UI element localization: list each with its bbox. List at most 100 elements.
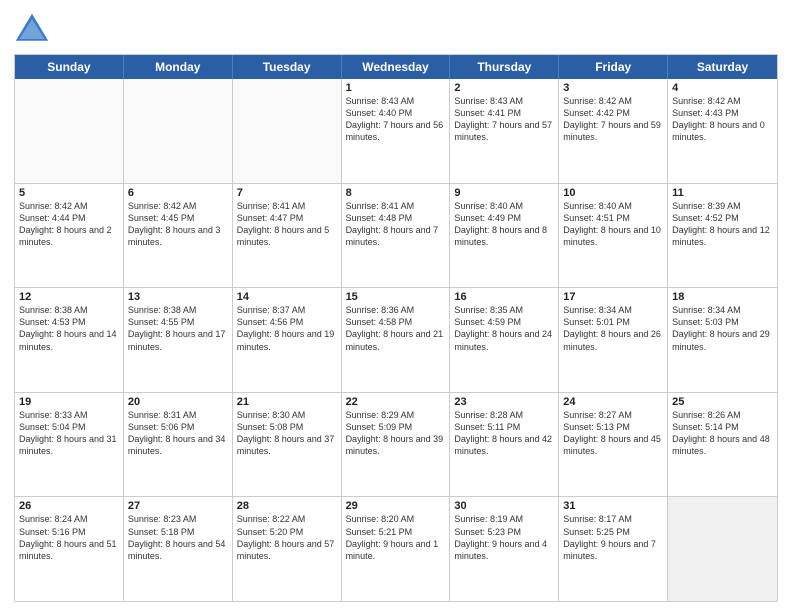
cal-cell: 22Sunrise: 8:29 AM Sunset: 5:09 PM Dayli…: [342, 393, 451, 497]
cell-text: Sunrise: 8:38 AM Sunset: 4:55 PM Dayligh…: [128, 304, 228, 353]
cell-text: Sunrise: 8:28 AM Sunset: 5:11 PM Dayligh…: [454, 409, 554, 458]
cal-cell: 13Sunrise: 8:38 AM Sunset: 4:55 PM Dayli…: [124, 288, 233, 392]
cell-text: Sunrise: 8:43 AM Sunset: 4:40 PM Dayligh…: [346, 95, 446, 144]
cell-text: Sunrise: 8:20 AM Sunset: 5:21 PM Dayligh…: [346, 513, 446, 562]
day-number: 8: [346, 187, 446, 199]
cal-cell: 15Sunrise: 8:36 AM Sunset: 4:58 PM Dayli…: [342, 288, 451, 392]
cell-text: Sunrise: 8:37 AM Sunset: 4:56 PM Dayligh…: [237, 304, 337, 353]
day-number: 3: [563, 82, 663, 94]
logo: [14, 12, 54, 48]
cal-cell: 14Sunrise: 8:37 AM Sunset: 4:56 PM Dayli…: [233, 288, 342, 392]
calendar-header: SundayMondayTuesdayWednesdayThursdayFrid…: [15, 55, 777, 79]
weekday-header-friday: Friday: [559, 55, 668, 79]
cal-cell: 1Sunrise: 8:43 AM Sunset: 4:40 PM Daylig…: [342, 79, 451, 183]
day-number: 16: [454, 291, 554, 303]
cal-cell: 5Sunrise: 8:42 AM Sunset: 4:44 PM Daylig…: [15, 184, 124, 288]
cal-cell: 31Sunrise: 8:17 AM Sunset: 5:25 PM Dayli…: [559, 497, 668, 601]
cal-cell: 25Sunrise: 8:26 AM Sunset: 5:14 PM Dayli…: [668, 393, 777, 497]
cal-cell: 18Sunrise: 8:34 AM Sunset: 5:03 PM Dayli…: [668, 288, 777, 392]
cell-text: Sunrise: 8:40 AM Sunset: 4:49 PM Dayligh…: [454, 200, 554, 249]
day-number: 28: [237, 500, 337, 512]
cal-cell: 20Sunrise: 8:31 AM Sunset: 5:06 PM Dayli…: [124, 393, 233, 497]
cal-cell: 10Sunrise: 8:40 AM Sunset: 4:51 PM Dayli…: [559, 184, 668, 288]
cell-text: Sunrise: 8:38 AM Sunset: 4:53 PM Dayligh…: [19, 304, 119, 353]
day-number: 12: [19, 291, 119, 303]
cell-text: Sunrise: 8:42 AM Sunset: 4:45 PM Dayligh…: [128, 200, 228, 249]
cell-text: Sunrise: 8:31 AM Sunset: 5:06 PM Dayligh…: [128, 409, 228, 458]
cal-cell: 6Sunrise: 8:42 AM Sunset: 4:45 PM Daylig…: [124, 184, 233, 288]
weekday-header-sunday: Sunday: [15, 55, 124, 79]
cal-cell: [124, 79, 233, 183]
cal-cell: 12Sunrise: 8:38 AM Sunset: 4:53 PM Dayli…: [15, 288, 124, 392]
cell-text: Sunrise: 8:42 AM Sunset: 4:43 PM Dayligh…: [672, 95, 773, 144]
day-number: 19: [19, 396, 119, 408]
cal-cell: 28Sunrise: 8:22 AM Sunset: 5:20 PM Dayli…: [233, 497, 342, 601]
cal-row-3: 19Sunrise: 8:33 AM Sunset: 5:04 PM Dayli…: [15, 392, 777, 497]
cal-cell: 3Sunrise: 8:42 AM Sunset: 4:42 PM Daylig…: [559, 79, 668, 183]
day-number: 17: [563, 291, 663, 303]
weekday-header-thursday: Thursday: [450, 55, 559, 79]
day-number: 6: [128, 187, 228, 199]
cell-text: Sunrise: 8:33 AM Sunset: 5:04 PM Dayligh…: [19, 409, 119, 458]
cell-text: Sunrise: 8:41 AM Sunset: 4:48 PM Dayligh…: [346, 200, 446, 249]
calendar-body: 1Sunrise: 8:43 AM Sunset: 4:40 PM Daylig…: [15, 79, 777, 601]
day-number: 10: [563, 187, 663, 199]
cal-cell: 8Sunrise: 8:41 AM Sunset: 4:48 PM Daylig…: [342, 184, 451, 288]
cal-cell: 16Sunrise: 8:35 AM Sunset: 4:59 PM Dayli…: [450, 288, 559, 392]
day-number: 9: [454, 187, 554, 199]
cal-row-0: 1Sunrise: 8:43 AM Sunset: 4:40 PM Daylig…: [15, 79, 777, 183]
day-number: 26: [19, 500, 119, 512]
cell-text: Sunrise: 8:36 AM Sunset: 4:58 PM Dayligh…: [346, 304, 446, 353]
day-number: 18: [672, 291, 773, 303]
day-number: 21: [237, 396, 337, 408]
weekday-header-wednesday: Wednesday: [342, 55, 451, 79]
calendar: SundayMondayTuesdayWednesdayThursdayFrid…: [14, 54, 778, 602]
cell-text: Sunrise: 8:34 AM Sunset: 5:03 PM Dayligh…: [672, 304, 773, 353]
cal-cell: 4Sunrise: 8:42 AM Sunset: 4:43 PM Daylig…: [668, 79, 777, 183]
day-number: 30: [454, 500, 554, 512]
cal-cell: 30Sunrise: 8:19 AM Sunset: 5:23 PM Dayli…: [450, 497, 559, 601]
weekday-header-tuesday: Tuesday: [233, 55, 342, 79]
weekday-header-monday: Monday: [124, 55, 233, 79]
cell-text: Sunrise: 8:27 AM Sunset: 5:13 PM Dayligh…: [563, 409, 663, 458]
day-number: 7: [237, 187, 337, 199]
day-number: 14: [237, 291, 337, 303]
cell-text: Sunrise: 8:23 AM Sunset: 5:18 PM Dayligh…: [128, 513, 228, 562]
day-number: 27: [128, 500, 228, 512]
cell-text: Sunrise: 8:41 AM Sunset: 4:47 PM Dayligh…: [237, 200, 337, 249]
day-number: 1: [346, 82, 446, 94]
cell-text: Sunrise: 8:29 AM Sunset: 5:09 PM Dayligh…: [346, 409, 446, 458]
cell-text: Sunrise: 8:42 AM Sunset: 4:42 PM Dayligh…: [563, 95, 663, 144]
cell-text: Sunrise: 8:35 AM Sunset: 4:59 PM Dayligh…: [454, 304, 554, 353]
header: [14, 12, 778, 48]
cal-cell: 27Sunrise: 8:23 AM Sunset: 5:18 PM Dayli…: [124, 497, 233, 601]
cal-cell: [668, 497, 777, 601]
cal-cell: 23Sunrise: 8:28 AM Sunset: 5:11 PM Dayli…: [450, 393, 559, 497]
day-number: 25: [672, 396, 773, 408]
cal-cell: 21Sunrise: 8:30 AM Sunset: 5:08 PM Dayli…: [233, 393, 342, 497]
cal-cell: 2Sunrise: 8:43 AM Sunset: 4:41 PM Daylig…: [450, 79, 559, 183]
cal-cell: 9Sunrise: 8:40 AM Sunset: 4:49 PM Daylig…: [450, 184, 559, 288]
cal-cell: 7Sunrise: 8:41 AM Sunset: 4:47 PM Daylig…: [233, 184, 342, 288]
cal-cell: 11Sunrise: 8:39 AM Sunset: 4:52 PM Dayli…: [668, 184, 777, 288]
day-number: 22: [346, 396, 446, 408]
weekday-header-saturday: Saturday: [668, 55, 777, 79]
page: SundayMondayTuesdayWednesdayThursdayFrid…: [0, 0, 792, 612]
day-number: 29: [346, 500, 446, 512]
cell-text: Sunrise: 8:43 AM Sunset: 4:41 PM Dayligh…: [454, 95, 554, 144]
day-number: 31: [563, 500, 663, 512]
cell-text: Sunrise: 8:34 AM Sunset: 5:01 PM Dayligh…: [563, 304, 663, 353]
cal-cell: 29Sunrise: 8:20 AM Sunset: 5:21 PM Dayli…: [342, 497, 451, 601]
cal-cell: 19Sunrise: 8:33 AM Sunset: 5:04 PM Dayli…: [15, 393, 124, 497]
cell-text: Sunrise: 8:22 AM Sunset: 5:20 PM Dayligh…: [237, 513, 337, 562]
day-number: 24: [563, 396, 663, 408]
cell-text: Sunrise: 8:19 AM Sunset: 5:23 PM Dayligh…: [454, 513, 554, 562]
cal-cell: [233, 79, 342, 183]
day-number: 15: [346, 291, 446, 303]
day-number: 23: [454, 396, 554, 408]
cal-row-4: 26Sunrise: 8:24 AM Sunset: 5:16 PM Dayli…: [15, 496, 777, 601]
cal-cell: 26Sunrise: 8:24 AM Sunset: 5:16 PM Dayli…: [15, 497, 124, 601]
cell-text: Sunrise: 8:26 AM Sunset: 5:14 PM Dayligh…: [672, 409, 773, 458]
day-number: 13: [128, 291, 228, 303]
cal-row-1: 5Sunrise: 8:42 AM Sunset: 4:44 PM Daylig…: [15, 183, 777, 288]
